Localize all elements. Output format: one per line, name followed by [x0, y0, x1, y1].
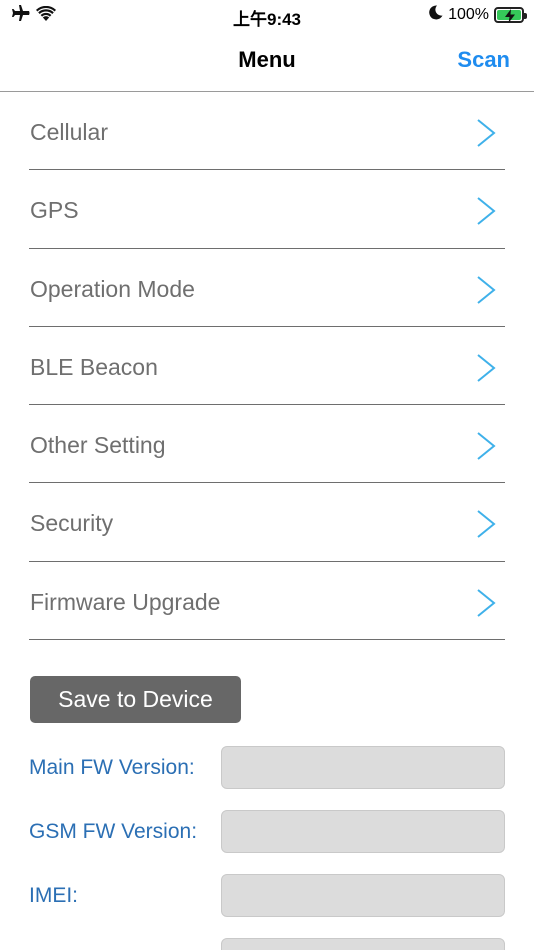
- menu-item-operation-mode[interactable]: Operation Mode: [29, 249, 505, 327]
- battery-charging-icon: [494, 7, 527, 23]
- menu-item-label: GPS: [30, 197, 79, 224]
- main-fw-version-field[interactable]: [221, 746, 505, 789]
- menu-item-other-setting[interactable]: Other Setting: [29, 405, 505, 484]
- menu-item-label: Firmware Upgrade: [30, 588, 221, 615]
- navigation-bar: Menu Scan: [0, 30, 534, 92]
- gsm-fw-version-field[interactable]: [221, 810, 505, 853]
- save-to-device-button[interactable]: Save to Device: [30, 676, 241, 723]
- additional-info-field[interactable]: [221, 938, 505, 950]
- chevron-right-icon: [475, 588, 497, 623]
- menu-item-ble-beacon[interactable]: BLE Beacon: [29, 327, 505, 406]
- menu-item-cellular[interactable]: Cellular: [29, 92, 505, 171]
- chevron-right-icon: [475, 431, 497, 466]
- menu-item-label: Other Setting: [30, 432, 166, 459]
- main-fw-version-label: Main FW Version:: [29, 756, 195, 779]
- chevron-right-icon: [475, 353, 497, 388]
- moon-icon: [429, 5, 443, 25]
- menu-item-label: Security: [30, 510, 114, 537]
- menu-item-label: BLE Beacon: [30, 353, 158, 380]
- battery-percent: 100%: [448, 6, 489, 23]
- status-right: 100%: [429, 5, 527, 25]
- menu-list: Cellular GPS Operation Mode BLE Beacon O…: [29, 92, 505, 641]
- chevron-right-icon: [475, 275, 497, 310]
- menu-item-firmware-upgrade[interactable]: Firmware Upgrade: [29, 562, 505, 641]
- imei-label: IMEI:: [29, 884, 79, 907]
- menu-item-label: Cellular: [30, 119, 108, 145]
- chevron-right-icon: [475, 118, 497, 153]
- imei-field[interactable]: [221, 874, 505, 917]
- chevron-right-icon: [475, 196, 497, 231]
- scan-button[interactable]: Scan: [457, 47, 510, 73]
- menu-item-security[interactable]: Security: [29, 483, 505, 562]
- menu-item-gps[interactable]: GPS: [29, 170, 505, 249]
- menu-item-label: Operation Mode: [30, 275, 195, 302]
- status-bar: 上午9:43 100%: [0, 0, 534, 30]
- gsm-fw-version-label: GSM FW Version:: [29, 820, 198, 843]
- page-title: Menu: [238, 47, 296, 72]
- chevron-right-icon: [475, 509, 497, 544]
